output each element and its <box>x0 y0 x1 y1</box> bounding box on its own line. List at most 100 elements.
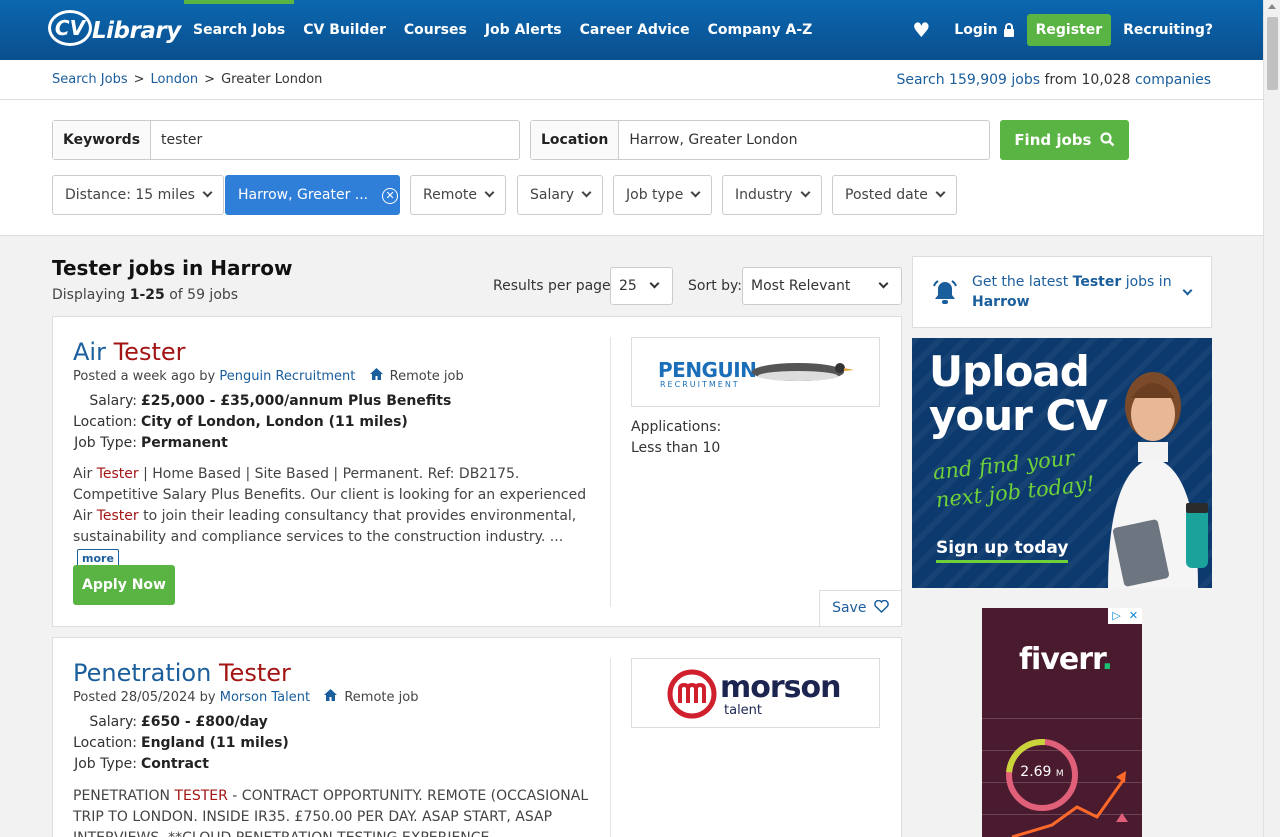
register-button[interactable]: Register <box>1026 14 1112 46</box>
nav-company-a-z[interactable]: Company A-Z <box>699 0 822 60</box>
job-title-part: Air <box>73 338 106 366</box>
alert-prefix: Get the latest <box>972 274 1069 290</box>
apply-now-button[interactable]: Apply Now <box>73 565 175 605</box>
company-link[interactable]: Morson Talent <box>220 690 310 705</box>
chevron-down-icon <box>690 187 701 198</box>
nav-job-alerts[interactable]: Job Alerts <box>476 0 571 60</box>
from-count-text: from 10,028 <box>1044 72 1131 88</box>
results-per-page-select[interactable]: 25 <box>610 267 673 305</box>
location-field[interactable]: Location Harrow, Greater London <box>530 120 990 160</box>
industry-filter[interactable]: Industry <box>722 175 822 215</box>
login-label: Login <box>954 22 998 38</box>
distance-filter[interactable]: Distance: 15 miles <box>52 175 224 215</box>
scrollbar-thumb[interactable] <box>1267 17 1278 90</box>
job-type-label: Job Type: <box>74 756 137 772</box>
job-posted-info: Posted a week ago by Penguin Recruitment… <box>73 368 464 384</box>
keywords-input[interactable]: tester <box>151 121 212 159</box>
company-logo[interactable]: PENGUIN RECRUITMENT <box>631 337 880 407</box>
card-divider <box>610 658 611 837</box>
fiverr-ad[interactable]: ▷ ✕ fiverr. 2.69 M <box>982 608 1142 837</box>
find-jobs-label: Find jobs <box>1014 131 1092 149</box>
keywords-label: Keywords <box>53 121 152 159</box>
breadcrumb-separator: > <box>133 72 145 87</box>
jobs-count-link[interactable]: 159,909 jobs <box>949 72 1040 88</box>
breadcrumb-london[interactable]: London <box>151 72 199 87</box>
chevron-down-icon <box>935 187 946 198</box>
heart-icon[interactable]: ♥ <box>912 18 930 42</box>
lock-icon <box>1003 22 1014 37</box>
job-description: PENETRATION TESTER - CONTRACT OPPORTUNIT… <box>73 786 593 837</box>
save-label: Save <box>832 600 867 616</box>
job-description: Air Tester | Home Based | Site Based | P… <box>73 464 593 569</box>
ad-info-icon[interactable]: ▷ <box>1108 608 1125 624</box>
fiverr-dot: . <box>1101 642 1113 677</box>
salary-filter-label: Salary <box>530 187 574 203</box>
job-alert-box[interactable]: Get the latest Tester jobs in Harrow <box>912 256 1212 328</box>
ad-signup-cta[interactable]: Sign up today <box>936 538 1069 563</box>
job-title-link[interactable]: Air Tester <box>73 338 186 366</box>
morson-logo-sub: talent <box>724 703 763 718</box>
clear-circle-icon[interactable]: ✕ <box>382 188 399 204</box>
salary-value: £650 - £800/day <box>141 714 268 730</box>
ad-headline-line2: your CV <box>929 391 1108 440</box>
company-link[interactable]: Penguin Recruitment <box>219 369 355 384</box>
page-scrollbar[interactable] <box>1263 0 1280 837</box>
salary-label: Salary: <box>89 393 137 409</box>
applications-info: Applications: Less than 10 <box>631 417 721 459</box>
cv-library-logo[interactable]: CV Library <box>48 8 181 50</box>
desc-keyword: Tester <box>96 466 139 482</box>
penguin-logo-sub: RECRUITMENT <box>660 380 740 389</box>
chevron-down-icon <box>484 187 495 198</box>
job-card: Air Tester Posted a week ago by Penguin … <box>52 316 902 627</box>
login-link[interactable]: Login <box>954 22 1014 38</box>
breadcrumb-separator: > <box>204 72 216 87</box>
job-title-link[interactable]: Penetration Tester <box>73 659 291 687</box>
nav-cv-builder[interactable]: CV Builder <box>294 0 395 60</box>
upload-cv-ad[interactable]: Upload your CV and find your next job to… <box>912 338 1212 588</box>
location-input[interactable]: Harrow, Greater London <box>619 121 807 159</box>
search-icon <box>1100 132 1115 147</box>
top-header: CV Library Search Jobs CV Builder Course… <box>0 0 1263 60</box>
location-chip-filter[interactable]: Harrow, Greater ... ✕ <box>225 175 400 215</box>
morson-logo-text: morson <box>720 670 841 705</box>
alert-keyword: Tester <box>1072 274 1122 290</box>
posted-date-filter[interactable]: Posted date <box>832 175 957 215</box>
remote-filter[interactable]: Remote <box>410 175 507 215</box>
breadcrumb-bar: Search Jobs > London > Greater London Search… <box>0 60 1263 100</box>
companies-link[interactable]: companies <box>1135 72 1211 88</box>
job-type-filter-label: Job type <box>626 187 684 203</box>
scroll-up-arrow-icon[interactable] <box>1268 4 1276 9</box>
job-alert-text: Get the latest Tester jobs in Harrow <box>972 272 1172 312</box>
breadcrumb: Search Jobs > London > Greater London <box>52 72 322 87</box>
results-per-page-label: Results per page: <box>493 278 616 294</box>
nav-search-jobs[interactable]: Search Jobs <box>184 0 295 60</box>
recruiting-link[interactable]: Recruiting? <box>1123 22 1213 38</box>
sort-by-label: Sort by: <box>688 278 743 294</box>
logo-library-wordmark: Library <box>92 18 181 44</box>
location-label: Location: <box>73 414 137 430</box>
nav-courses[interactable]: Courses <box>395 0 476 60</box>
company-logo[interactable]: morson talent <box>631 658 880 728</box>
results-total: of 59 jobs <box>169 287 239 303</box>
job-type-label: Job Type: <box>74 435 137 451</box>
job-type-filter[interactable]: Job type <box>613 175 713 215</box>
search-panel: Keywords tester Location Harrow, Greater… <box>0 100 1263 236</box>
find-jobs-button[interactable]: Find jobs <box>1000 120 1129 160</box>
job-card: Penetration Tester Posted 28/05/2024 by … <box>52 637 902 837</box>
header-actions: ♥ Login Register Recruiting? <box>912 0 1213 60</box>
save-job-button[interactable]: Save <box>819 590 902 627</box>
keywords-field[interactable]: Keywords tester <box>52 120 520 160</box>
logo-cv-mark: CV <box>48 10 92 46</box>
sort-by-select[interactable]: Most Relevant <box>742 267 902 305</box>
house-icon <box>369 368 383 380</box>
ad-close-icon[interactable]: ✕ <box>1125 608 1142 624</box>
breadcrumb-search-jobs[interactable]: Search Jobs <box>52 72 128 87</box>
nav-career-advice[interactable]: Career Advice <box>571 0 699 60</box>
displaying-prefix: Displaying <box>52 287 126 303</box>
job-title-part: Penetration <box>73 659 212 687</box>
ad-choices[interactable]: ▷ ✕ <box>1108 608 1142 624</box>
applications-value: Less than 10 <box>631 440 721 456</box>
salary-filter[interactable]: Salary <box>517 175 603 215</box>
breadcrumb-greater-london: Greater London <box>221 72 323 87</box>
search-prefix-link[interactable]: Search <box>896 72 944 88</box>
